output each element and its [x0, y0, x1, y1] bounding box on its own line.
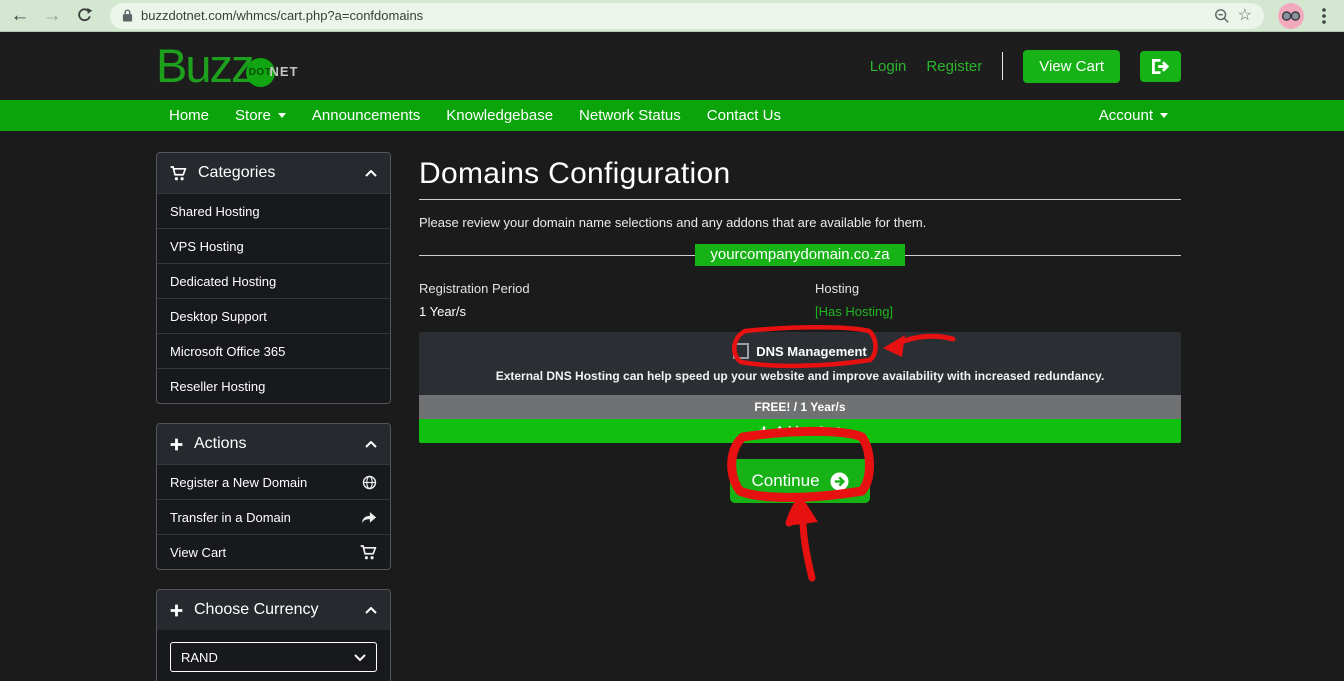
logo-text-net: NET [270, 64, 299, 79]
site-logo[interactable]: Buzz DOT NET [156, 42, 299, 90]
nav-item-store[interactable]: Store [222, 100, 299, 131]
nav-item-store-label: Store [235, 107, 271, 124]
page-title: Domains Configuration [419, 157, 1181, 191]
dns-management-label[interactable]: DNS Management [756, 344, 867, 359]
logout-button[interactable] [1140, 51, 1181, 82]
browser-forward-icon[interactable]: → [40, 4, 64, 28]
view-cart-button[interactable]: View Cart [1023, 50, 1120, 83]
categories-panel: Categories Shared Hosting VPS Hosting De… [156, 152, 391, 404]
chevron-down-icon [354, 654, 366, 661]
dns-management-checkbox[interactable] [733, 343, 749, 359]
browser-profile-avatar[interactable] [1278, 3, 1304, 29]
domain-badge: yourcompanydomain.co.za [695, 244, 904, 266]
currency-title: Choose Currency [194, 601, 319, 619]
cart-icon [170, 166, 187, 181]
sidebar-action-transfer-domain[interactable]: Transfer in a Domain [157, 499, 390, 534]
action-label: View Cart [170, 545, 226, 560]
logo-text-buzz: Buzz [156, 42, 253, 90]
cart-icon [360, 545, 377, 560]
sidebar-item-reseller-hosting[interactable]: Reseller Hosting [157, 368, 390, 403]
header-actions: Login Register View Cart [870, 50, 1181, 83]
sidebar-item-shared-hosting[interactable]: Shared Hosting [157, 193, 390, 228]
registration-period-label: Registration Period [419, 281, 815, 296]
logout-icon [1150, 58, 1171, 75]
intro-text: Please review your domain name selection… [419, 215, 1181, 230]
login-link[interactable]: Login [870, 58, 907, 75]
browser-reload-icon[interactable] [72, 4, 96, 28]
chevron-up-icon[interactable] [365, 170, 377, 177]
zoom-out-icon[interactable] [1214, 8, 1230, 24]
continue-row: Continue [419, 459, 1181, 503]
continue-label: Continue [751, 471, 819, 491]
chevron-up-icon[interactable] [365, 607, 377, 614]
logo-text-dot: DOT [249, 67, 272, 78]
nav-item-contact-us[interactable]: Contact Us [694, 100, 794, 131]
main-nav: Home Store Announcements Knowledgebase N… [0, 100, 1344, 131]
chevron-up-icon[interactable] [365, 441, 377, 448]
actions-title: Actions [194, 435, 246, 453]
sidebar-item-dedicated-hosting[interactable]: Dedicated Hosting [157, 263, 390, 298]
dns-addon-top: DNS Management External DNS Hosting can … [419, 332, 1181, 395]
currency-selected-value: RAND [181, 650, 218, 665]
hosting-column: Hosting [Has Hosting] [815, 281, 893, 319]
sidebar-item-desktop-support[interactable]: Desktop Support [157, 298, 390, 333]
url-text[interactable]: buzzdotnet.com/whmcs/cart.php?a=confdoma… [141, 8, 1206, 23]
divider [419, 199, 1181, 200]
sidebar: Categories Shared Hosting VPS Hosting De… [156, 152, 391, 681]
sidebar-item-vps-hosting[interactable]: VPS Hosting [157, 228, 390, 263]
register-link[interactable]: Register [926, 58, 982, 75]
action-label: Register a New Domain [170, 475, 307, 490]
plus-icon [170, 438, 183, 451]
currency-panel-body: RAND [157, 630, 390, 681]
hosting-label: Hosting [815, 281, 893, 296]
sidebar-action-register-domain[interactable]: Register a New Domain [157, 464, 390, 499]
dns-addon-price: FREE! / 1 Year/s [419, 395, 1181, 419]
page: ← → buzzdotnet.com/whmcs/cart.php?a=conf… [0, 0, 1344, 681]
continue-button[interactable]: Continue [730, 459, 869, 503]
nav-item-home[interactable]: Home [156, 100, 222, 131]
dns-addon-description: External DNS Hosting can help speed up y… [431, 369, 1169, 383]
add-to-cart-label: Add to Cart [775, 424, 840, 438]
dns-addon-panel: DNS Management External DNS Hosting can … [419, 332, 1181, 443]
lock-icon [122, 8, 133, 23]
address-bar[interactable]: buzzdotnet.com/whmcs/cart.php?a=confdoma… [110, 3, 1264, 29]
globe-icon [362, 475, 377, 490]
main-content: Domains Configuration Please review your… [419, 157, 1181, 503]
hosting-status-link[interactable]: [Has Hosting] [815, 304, 893, 319]
sidebar-action-view-cart[interactable]: View Cart [157, 534, 390, 569]
chevron-down-icon [278, 113, 286, 118]
browser-back-icon[interactable]: ← [8, 4, 32, 28]
header-divider [1002, 52, 1003, 80]
nav-item-account[interactable]: Account [1086, 100, 1181, 131]
action-label: Transfer in a Domain [170, 510, 291, 525]
browser-toolbar: ← → buzzdotnet.com/whmcs/cart.php?a=conf… [0, 0, 1344, 32]
chevron-down-icon [1160, 113, 1168, 118]
registration-period-column: Registration Period 1 Year/s [419, 281, 815, 319]
bookmark-star-icon[interactable]: ☆ [1238, 8, 1252, 24]
currency-panel-header[interactable]: Choose Currency [157, 590, 390, 630]
sidebar-item-microsoft-office-365[interactable]: Microsoft Office 365 [157, 333, 390, 368]
site-header: Buzz DOT NET Login Register View Cart [0, 32, 1344, 100]
arrow-circle-right-icon [830, 472, 849, 491]
actions-panel: Actions Register a New Domain Transfer i… [156, 423, 391, 570]
domain-info-row: Registration Period 1 Year/s Hosting [Ha… [419, 281, 1181, 319]
browser-menu-icon[interactable] [1312, 4, 1336, 28]
dns-checkbox-row: DNS Management [431, 343, 1169, 359]
plus-icon [759, 426, 769, 436]
page-content: Categories Shared Hosting VPS Hosting De… [0, 131, 1344, 681]
share-icon [361, 511, 377, 524]
actions-panel-header[interactable]: Actions [157, 424, 390, 464]
nav-item-network-status[interactable]: Network Status [566, 100, 694, 131]
domain-badge-row: yourcompanydomain.co.za [419, 244, 1181, 266]
categories-title: Categories [198, 164, 275, 182]
nav-item-announcements[interactable]: Announcements [299, 100, 433, 131]
currency-select[interactable]: RAND [170, 642, 377, 672]
registration-period-value: 1 Year/s [419, 304, 815, 319]
currency-panel: Choose Currency RAND [156, 589, 391, 681]
add-to-cart-button[interactable]: Add to Cart [419, 419, 1181, 443]
plus-icon [170, 604, 183, 617]
nav-item-account-label: Account [1099, 107, 1153, 124]
nav-item-knowledgebase[interactable]: Knowledgebase [433, 100, 566, 131]
categories-panel-header[interactable]: Categories [157, 153, 390, 193]
